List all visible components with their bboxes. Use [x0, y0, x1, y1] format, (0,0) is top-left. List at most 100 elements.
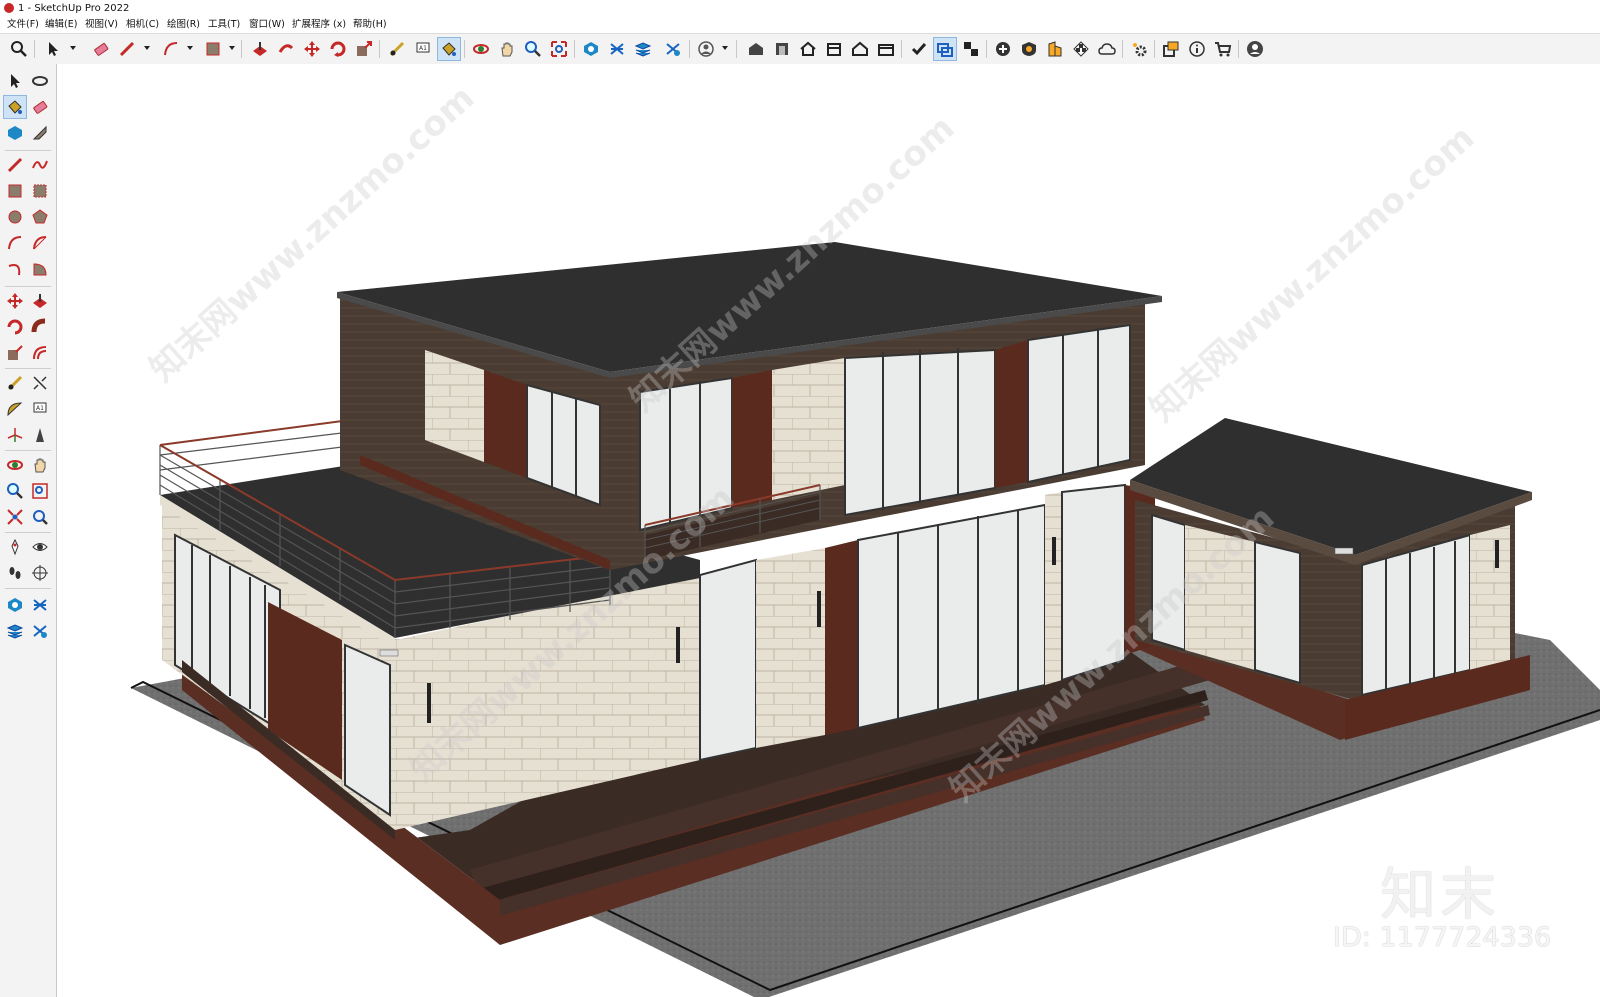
layers-icon[interactable] — [632, 38, 654, 60]
styles-icon[interactable] — [662, 38, 684, 60]
window-icon[interactable] — [1160, 38, 1182, 60]
menu-window[interactable]: 窗口(W) — [247, 17, 287, 33]
menu-edit[interactable]: 编辑(E) — [43, 17, 79, 33]
account-icon[interactable] — [1244, 38, 1266, 60]
offset-icon[interactable] — [29, 342, 51, 364]
tape-measure-icon[interactable] — [4, 372, 26, 394]
warehouse-icon[interactable] — [745, 38, 767, 60]
profile-icon[interactable] — [695, 38, 717, 60]
orbit-icon[interactable] — [4, 454, 26, 476]
pan-icon[interactable] — [29, 454, 51, 476]
menu-draw[interactable]: 绘图(R) — [165, 17, 202, 33]
scenes-icon[interactable] — [933, 37, 957, 61]
title-bar: 1 - SketchUp Pro 2022 — [0, 0, 1600, 17]
add-icon[interactable] — [992, 38, 1014, 60]
push-pull-icon[interactable] — [29, 290, 51, 312]
pencil-icon[interactable] — [116, 38, 138, 60]
svg-text:A1: A1 — [419, 45, 427, 52]
scale-icon[interactable] — [4, 342, 26, 364]
select-icon[interactable] — [42, 38, 64, 60]
section-plane-icon[interactable] — [29, 562, 51, 584]
follow-me-icon[interactable] — [275, 38, 297, 60]
pie-2-icon[interactable] — [29, 258, 51, 280]
styles-icon[interactable] — [29, 620, 51, 642]
house-outline-icon[interactable] — [849, 38, 871, 60]
menu-tools[interactable]: 工具(T) — [206, 17, 242, 33]
circle-icon[interactable] — [4, 206, 26, 228]
zoom-extents-icon[interactable] — [548, 38, 570, 60]
settings-icon[interactable] — [1128, 38, 1150, 60]
walk-icon[interactable] — [4, 562, 26, 584]
3d-text-icon[interactable] — [29, 424, 51, 446]
checker-icon[interactable] — [1070, 38, 1092, 60]
rotate-icon[interactable] — [327, 38, 349, 60]
select-icon[interactable] — [4, 70, 26, 92]
cart-icon[interactable] — [1212, 38, 1234, 60]
camera-icon[interactable] — [960, 38, 982, 60]
move-icon[interactable] — [301, 38, 323, 60]
position-camera-icon[interactable] — [4, 536, 26, 558]
tape-icon[interactable] — [29, 122, 51, 144]
arc-3pt-icon[interactable] — [4, 258, 26, 280]
house-icon[interactable] — [797, 38, 819, 60]
zoom-icon[interactable] — [4, 480, 26, 502]
arc-icon[interactable] — [160, 38, 182, 60]
paint-bucket-icon[interactable] — [437, 37, 461, 61]
menu-camera[interactable]: 相机(C) — [124, 17, 161, 33]
orbit-icon[interactable] — [470, 38, 492, 60]
eraser-icon[interactable] — [29, 96, 51, 118]
freehand-icon[interactable] — [29, 154, 51, 176]
model-info-icon[interactable] — [875, 38, 897, 60]
menu-file[interactable]: 文件(F) — [5, 17, 41, 33]
zoom-icon[interactable] — [522, 38, 544, 60]
paint-bucket-icon[interactable] — [3, 95, 27, 119]
watermark-logo: 知末 — [1380, 863, 1500, 928]
rectangle-icon[interactable] — [4, 180, 26, 202]
dimension-icon[interactable] — [29, 372, 51, 394]
extension-warehouse-icon[interactable] — [771, 38, 793, 60]
orbit-icon[interactable] — [29, 70, 51, 92]
text-icon[interactable]: A1 — [412, 38, 434, 60]
arc-icon[interactable] — [4, 232, 26, 254]
menu-bar: 文件(F) 编辑(E) 视图(V) 相机(C) 绘图(R) 工具(T) 窗口(W… — [0, 17, 1600, 33]
rotated-rectangle-icon[interactable] — [29, 180, 51, 202]
search-icon[interactable] — [8, 38, 30, 60]
stamp-icon[interactable] — [29, 594, 51, 616]
polygon-icon[interactable] — [29, 206, 51, 228]
move-icon[interactable] — [4, 290, 26, 312]
previous-view-icon[interactable] — [29, 506, 51, 528]
push-pull-icon[interactable] — [249, 38, 271, 60]
sandbox-icon[interactable] — [4, 594, 26, 616]
axes-icon[interactable] — [4, 424, 26, 446]
zoom-extents-icon[interactable] — [4, 506, 26, 528]
shadows-icon[interactable] — [1018, 38, 1040, 60]
scale-icon[interactable] — [353, 38, 375, 60]
outliner-icon[interactable] — [908, 38, 930, 60]
layers-icon[interactable] — [4, 620, 26, 642]
model-viewport[interactable]: 知末网www.znzmo.com 知末网www.znzmo.com 知末网www… — [57, 64, 1600, 997]
text-icon[interactable]: A1 — [29, 398, 51, 420]
component-icon[interactable] — [4, 122, 26, 144]
rectangle-icon[interactable] — [202, 38, 224, 60]
follow-me-icon[interactable] — [29, 316, 51, 338]
watermark-id: ID: 1177724336 — [1333, 922, 1552, 953]
tape-measure-icon[interactable] — [386, 38, 408, 60]
eraser-icon[interactable] — [90, 38, 112, 60]
rotate-icon[interactable] — [4, 316, 26, 338]
materials-icon[interactable] — [1044, 38, 1066, 60]
sandbox-icon[interactable] — [580, 38, 602, 60]
look-around-icon[interactable] — [29, 536, 51, 558]
menu-view[interactable]: 视图(V) — [83, 17, 120, 33]
section-icon[interactable] — [606, 38, 628, 60]
protractor-icon[interactable] — [4, 398, 26, 420]
pie-icon[interactable] — [29, 232, 51, 254]
pencil-icon[interactable] — [4, 154, 26, 176]
info-icon[interactable] — [1186, 38, 1208, 60]
cloud-icon[interactable] — [1096, 38, 1118, 60]
component-icon[interactable] — [823, 38, 845, 60]
zoom-window-icon[interactable] — [29, 480, 51, 502]
svg-text:A1: A1 — [36, 405, 44, 412]
menu-extensions[interactable]: 扩展程序 (x) — [290, 17, 348, 33]
menu-help[interactable]: 帮助(H) — [351, 17, 389, 33]
pan-icon[interactable] — [496, 38, 518, 60]
